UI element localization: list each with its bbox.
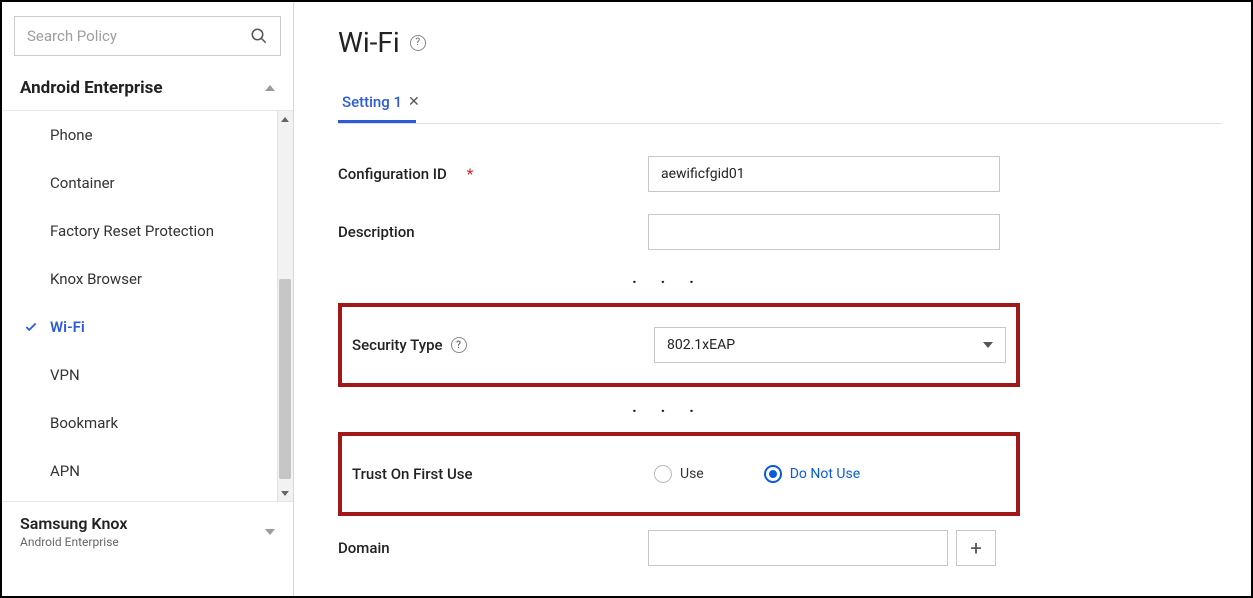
help-icon[interactable]: ? [410, 35, 426, 51]
tab-setting-1[interactable]: Setting 1 ✕ [338, 93, 430, 121]
search-input[interactable] [15, 27, 250, 45]
accordion-android-enterprise[interactable]: Android Enterprise [2, 62, 293, 110]
sidebar-item-label: Phone [50, 126, 93, 144]
accordion-samsung-knox[interactable]: Samsung Knox Android Enterprise [2, 502, 293, 563]
highlight-security-type: Security Type ? 802.1xEAP [338, 303, 1020, 387]
sidebar-item-label: Factory Reset Protection [50, 222, 214, 240]
label-security-type: Security Type [352, 336, 443, 354]
sidebar-item-label: Bookmark [50, 414, 118, 432]
check-icon [24, 320, 38, 334]
sidebar-item-container[interactable]: Container [2, 159, 281, 207]
radio-do-not-use[interactable]: Do Not Use [764, 465, 860, 483]
main-content: Wi-Fi ? Setting 1 ✕ Configuration ID * D… [294, 2, 1251, 596]
ellipsis-divider: . . . [338, 397, 998, 416]
highlight-trust-on-first-use: Trust On First Use Use Do Not Use [338, 432, 1020, 516]
chevron-up-icon [265, 85, 275, 91]
input-domain[interactable] [648, 530, 948, 566]
sidebar-item-label: APN [50, 462, 80, 480]
label-domain: Domain [338, 539, 390, 557]
tabs: Setting 1 ✕ [338, 93, 1221, 124]
ellipsis-divider: . . . [338, 268, 998, 287]
select-value: 802.1xEAP [667, 337, 735, 353]
label-tofu: Trust On First Use [352, 465, 473, 483]
radio-label-do-not-use: Do Not Use [790, 466, 860, 482]
nav-scroll-area: Phone Container Factory Reset Protection… [2, 110, 293, 502]
page-title-row: Wi-Fi ? [338, 26, 1221, 59]
row-description: Description [338, 210, 1221, 254]
row-security-type: Security Type ? 802.1xEAP [352, 323, 1006, 367]
search-box[interactable] [14, 16, 281, 56]
add-domain-button[interactable]: + [956, 530, 996, 566]
tab-label: Setting 1 [342, 93, 402, 111]
help-icon[interactable]: ? [451, 337, 467, 353]
input-configuration-id[interactable] [648, 156, 1000, 192]
sidebar-item-phone[interactable]: Phone [2, 111, 281, 159]
select-security-type[interactable]: 802.1xEAP [654, 327, 1006, 363]
scrollbar-thumb[interactable] [279, 279, 291, 479]
sidebar-item-label: Wi-Fi [50, 318, 85, 336]
radio-label-use: Use [680, 466, 704, 482]
page-title: Wi-Fi [338, 26, 400, 59]
row-configuration-id: Configuration ID * [338, 152, 1221, 196]
sidebar-item-bookmark[interactable]: Bookmark [2, 399, 281, 447]
scrollbar-track[interactable] [277, 111, 293, 501]
search-icon [250, 27, 268, 45]
sidebar-item-factory-reset-protection[interactable]: Factory Reset Protection [2, 207, 281, 255]
sidebar-item-label: Container [50, 174, 115, 192]
sidebar-item-knox-browser[interactable]: Knox Browser [2, 255, 281, 303]
radio-use[interactable]: Use [654, 465, 704, 483]
label-description: Description [338, 223, 415, 241]
bottom-title: Samsung Knox [20, 514, 127, 533]
row-trust-on-first-use: Trust On First Use Use Do Not Use [352, 452, 1006, 496]
sidebar-item-vpn[interactable]: VPN [2, 351, 281, 399]
radio-circle-icon [764, 465, 782, 483]
radio-circle-icon [654, 465, 672, 483]
tab-close-icon[interactable]: ✕ [408, 95, 420, 109]
scrollbar-arrow-down[interactable] [277, 485, 293, 501]
sidebar-item-label: VPN [50, 366, 80, 384]
chevron-down-icon [983, 342, 993, 348]
row-domain: Domain + [338, 526, 1221, 570]
sidebar-item-label: Knox Browser [50, 270, 142, 288]
input-description[interactable] [648, 214, 1000, 250]
chevron-down-icon [265, 529, 275, 535]
sidebar-item-wifi[interactable]: Wi-Fi [2, 303, 281, 351]
bottom-subtitle: Android Enterprise [20, 535, 127, 549]
label-configuration-id: Configuration ID [338, 165, 447, 183]
sidebar: Android Enterprise Phone Container Facto… [2, 2, 294, 596]
accordion-title: Android Enterprise [20, 78, 163, 98]
sidebar-item-apn[interactable]: APN [2, 447, 281, 495]
required-mark: * [467, 165, 474, 183]
scrollbar-arrow-up[interactable] [277, 111, 293, 127]
